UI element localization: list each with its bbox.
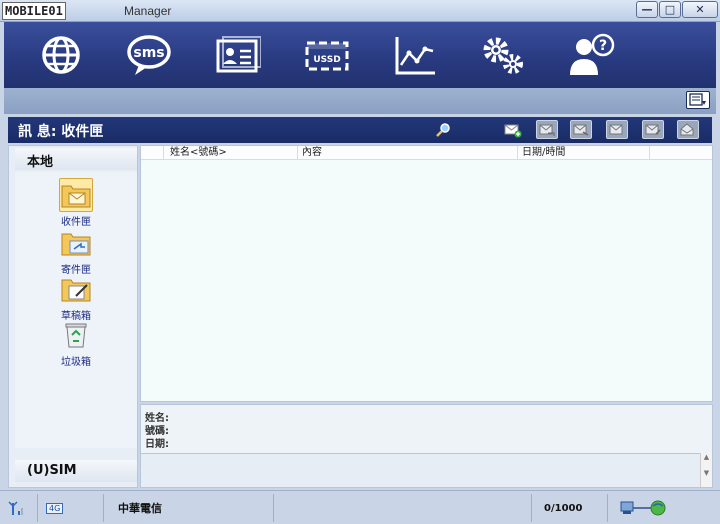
globe-icon [42, 36, 80, 74]
export-button[interactable] [686, 91, 710, 109]
help-button[interactable]: ? [564, 30, 618, 80]
section-title: 訊 息: 收件匣 [18, 124, 104, 140]
network-type-badge: 4G [46, 502, 64, 514]
mark-read-button[interactable] [677, 120, 699, 139]
recycle-bin-icon [59, 318, 93, 352]
column-name-number[interactable]: 姓名<號碼> [163, 146, 297, 160]
maximize-button[interactable]: □ [659, 1, 681, 18]
inbox-folder-icon [59, 178, 93, 212]
title-bar: MOBILE01 Manager — □ ✕ [0, 0, 720, 22]
message-detail-pane: 姓名: 號碼: 日期: ▲ ▼ [140, 404, 713, 488]
connection-globe-icon [620, 500, 666, 516]
drafts-folder-icon [59, 272, 93, 306]
outbox-folder-icon [59, 226, 93, 260]
mobile01-logo: MOBILE01 [2, 1, 124, 21]
internet-button[interactable] [34, 30, 88, 80]
folder-trash-label: 垃圾箱 [61, 357, 91, 368]
ussd-icon: USSD [305, 41, 349, 71]
local-folder-list: 收件匣 寄件匣 草稿箱 垃圾箱 [15, 172, 137, 448]
message-list[interactable]: 姓名<號碼> 內容 日期/時間 [140, 145, 713, 402]
signal-strength [8, 494, 38, 522]
folder-inbox[interactable]: 收件匣 [43, 178, 109, 228]
sms-button[interactable]: sms [122, 30, 176, 80]
reply-mail-icon [539, 124, 555, 136]
forward-button[interactable] [570, 120, 592, 139]
contacts-card-icon [216, 36, 261, 73]
carrier-name: 中華電信 [106, 494, 274, 522]
sim-storage-header[interactable]: (U)SIM [15, 460, 137, 482]
minimize-button[interactable]: — [636, 1, 658, 18]
app-title: Manager [124, 4, 172, 18]
folder-panel: 本地 收件匣 寄件匣 草稿箱 垃圾箱 (U)SIM [8, 145, 138, 488]
user-help-icon: ? [570, 33, 615, 75]
contacts-button[interactable] [210, 30, 264, 80]
detail-message-body[interactable] [141, 453, 701, 487]
network-type: 4G [40, 494, 104, 522]
column-content[interactable]: 內容 [297, 146, 517, 160]
gears-icon [483, 37, 523, 74]
sms-bubble-icon: sms [127, 35, 171, 75]
reply-button[interactable] [536, 120, 558, 139]
folder-outbox[interactable]: 寄件匣 [43, 226, 109, 276]
move-mail-icon [645, 124, 661, 134]
settings-button[interactable] [476, 30, 530, 80]
ussd-button[interactable]: USSD [300, 30, 354, 80]
close-button[interactable]: ✕ [682, 1, 718, 18]
new-message-icon [504, 124, 522, 137]
section-header: 訊 息: 收件匣 [8, 117, 712, 143]
read-mail-icon [680, 122, 694, 135]
column-date-time[interactable]: 日期/時間 [517, 146, 649, 160]
ussd-label: USSD [313, 55, 340, 65]
logo-text: MOBILE01 [2, 2, 66, 20]
search-button[interactable] [432, 120, 454, 139]
move-button[interactable] [642, 120, 664, 139]
column-select[interactable] [141, 146, 163, 160]
folder-trash[interactable]: 垃圾箱 [43, 318, 109, 368]
status-spacer [276, 494, 532, 522]
statistics-button[interactable] [388, 30, 442, 80]
help-question-mark: ? [599, 38, 607, 54]
export-list-icon [689, 93, 706, 106]
sms-label: sms [133, 45, 164, 61]
sub-toolbar [4, 88, 716, 114]
local-storage-header[interactable]: 本地 [15, 148, 137, 170]
column-extra[interactable] [649, 146, 712, 160]
message-list-header: 姓名<號碼> 內容 日期/時間 [141, 146, 712, 160]
connection-status[interactable] [610, 494, 714, 522]
search-icon [436, 122, 450, 137]
delete-button[interactable] [606, 120, 628, 139]
forward-mail-icon [573, 124, 589, 136]
line-chart-icon [395, 37, 435, 75]
message-count: 0/1000 [534, 494, 608, 522]
detail-date-label: 日期: [145, 439, 169, 450]
detail-scrollbar[interactable]: ▲ ▼ [700, 453, 712, 487]
delete-mail-icon [609, 124, 623, 134]
folder-drafts[interactable]: 草稿箱 [43, 272, 109, 322]
status-bar: 4G 中華電信 0/1000 [0, 490, 720, 524]
main-toolbar: sms USSD ? [4, 22, 716, 88]
new-message-button[interactable] [502, 120, 524, 139]
antenna-signal-icon [8, 501, 23, 515]
